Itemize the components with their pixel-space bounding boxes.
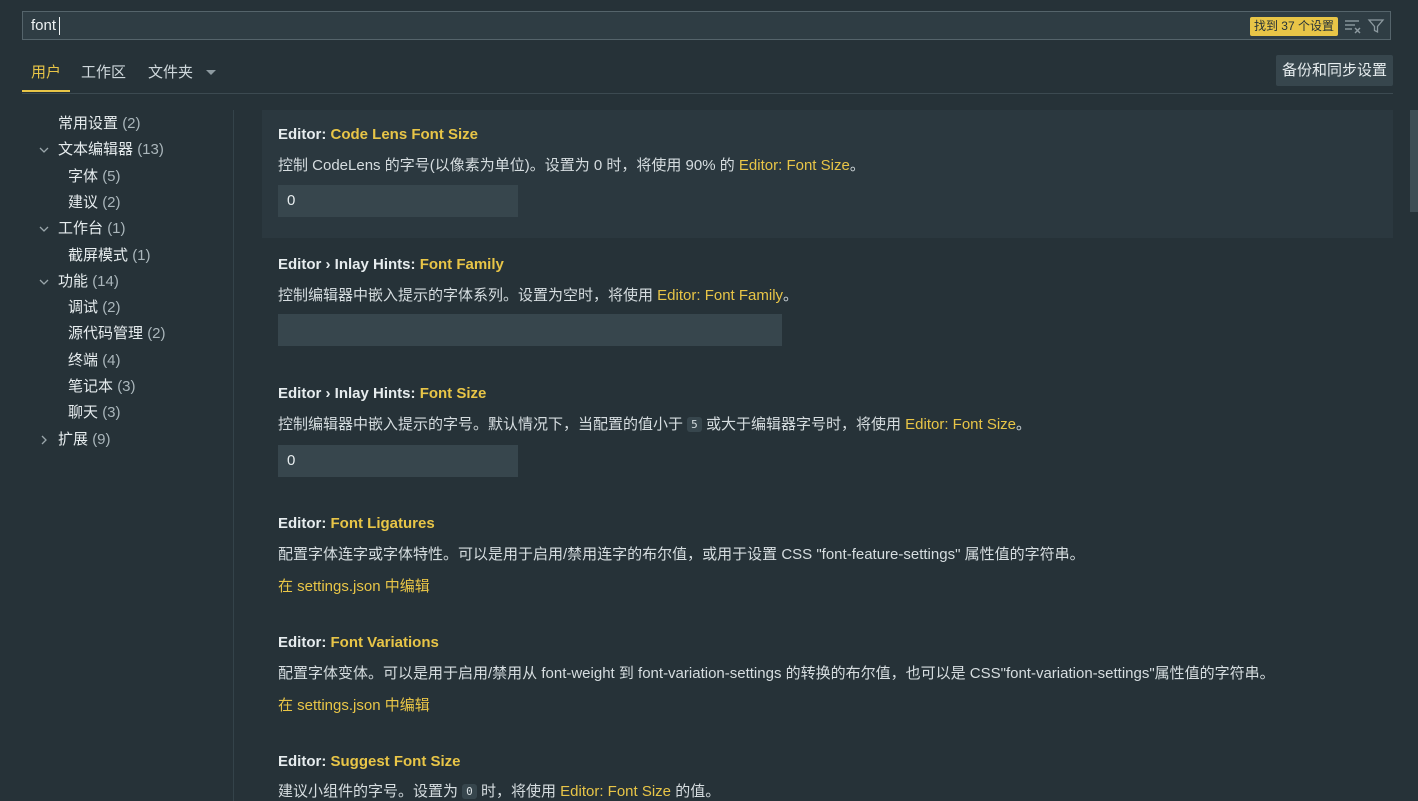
setting-description: 配置字体变体。可以是用于启用/禁用从 font-weight 到 font-va…: [278, 665, 1275, 682]
chevron-down-icon[interactable]: [38, 223, 50, 235]
toc-item-workbench[interactable]: 工作台 (1): [58, 217, 126, 241]
edit-in-settings-json-link[interactable]: 在 settings.json 中编辑: [278, 694, 430, 715]
toc-item-common[interactable]: 常用设置 (2): [58, 112, 141, 136]
setting-title: Editor: Suggest Font Size: [278, 753, 461, 770]
setting-link[interactable]: Editor: Font Size: [560, 783, 671, 800]
toc-item-suggest[interactable]: 建议 (2): [68, 191, 121, 215]
toc-divider: [233, 110, 234, 801]
toc-item-notebook[interactable]: 笔记本 (3): [68, 375, 136, 399]
toc-item-terminal[interactable]: 终端 (4): [68, 349, 121, 373]
toc-item-features[interactable]: 功能 (14): [58, 270, 119, 294]
clear-filter-icon[interactable]: [1344, 18, 1362, 34]
setting-link[interactable]: Editor: Font Size: [905, 416, 1016, 433]
filter-icon[interactable]: [1367, 17, 1385, 35]
toc-item-scm[interactable]: 源代码管理 (2): [68, 322, 166, 346]
search-result-badge: 找到 37 个设置: [1249, 17, 1338, 36]
tab-workspace[interactable]: 工作区: [81, 63, 126, 91]
toc-item-chat[interactable]: 聊天 (3): [68, 401, 121, 425]
setting-title: Editor: Font Variations: [278, 634, 439, 651]
settings-scope-tabs: 用户 工作区 文件夹: [22, 55, 1393, 94]
text-caret: [59, 17, 60, 35]
setting-title: Editor: Font Ligatures: [278, 515, 435, 532]
setting-description: 控制编辑器中嵌入提示的字号。默认情况下，当配置的值小于 5 或大于编辑器字号时，…: [278, 416, 1032, 433]
toc-item-text-editor[interactable]: 文本编辑器 (13): [58, 138, 164, 162]
inlay-hints-font-size-input[interactable]: [278, 445, 518, 477]
tab-user[interactable]: 用户: [22, 63, 71, 92]
setting-description: 控制编辑器中嵌入提示的字体系列。设置为空时，将使用 Editor: Font F…: [278, 287, 799, 304]
setting-inlay-hints-font-size: Editor › Inlay Hints: Font Size 控制编辑器中嵌入…: [262, 369, 1393, 497]
chevron-right-icon[interactable]: [38, 434, 50, 446]
inline-code: 0: [462, 784, 477, 799]
setting-description: 配置字体连字或字体特性。可以是用于启用/禁用连字的布尔值，或用于设置 CSS "…: [278, 546, 1085, 563]
chevron-down-icon[interactable]: [38, 144, 50, 156]
toc-item-screencast-mode[interactable]: 截屏模式 (1): [68, 244, 151, 268]
setting-title: Editor: Code Lens Font Size: [278, 126, 479, 143]
backup-sync-settings-button[interactable]: 备份和同步设置: [1275, 55, 1393, 86]
toc-item-debug[interactable]: 调试 (2): [68, 296, 121, 320]
chevron-down-icon[interactable]: [204, 67, 218, 79]
inlay-hints-font-family-input[interactable]: [278, 314, 782, 346]
setting-code-lens-font-size: Editor: Code Lens Font Size 控制 CodeLens …: [262, 110, 1393, 238]
search-input[interactable]: [31, 12, 1231, 39]
setting-description: 控制 CodeLens 的字号(以像素为单位)。设置为 0 时，将使用 90% …: [278, 157, 865, 174]
setting-font-ligatures: Editor: Font Ligatures 配置字体连字或字体特性。可以是用于…: [262, 499, 1393, 617]
toc-item-font[interactable]: 字体 (5): [68, 165, 121, 189]
setting-link[interactable]: Editor: Font Family: [657, 287, 783, 304]
setting-title: Editor › Inlay Hints: Font Family: [278, 256, 504, 273]
tab-folder[interactable]: 文件夹: [148, 63, 193, 91]
setting-link[interactable]: Editor: Font Size: [739, 157, 850, 174]
setting-inlay-hints-font-family: Editor › Inlay Hints: Font Family 控制编辑器中…: [262, 240, 1393, 365]
inline-code: 5: [687, 417, 702, 432]
vertical-scrollbar[interactable]: [1410, 110, 1418, 212]
setting-suggest-font-size: Editor: Suggest Font Size 建议小组件的字号。设置为 0…: [262, 737, 1393, 801]
setting-font-variations: Editor: Font Variations 配置字体变体。可以是用于启用/禁…: [262, 618, 1393, 736]
edit-in-settings-json-link[interactable]: 在 settings.json 中编辑: [278, 575, 430, 596]
settings-search-bar[interactable]: 找到 37 个设置: [22, 11, 1391, 40]
code-lens-font-size-input[interactable]: [278, 185, 518, 217]
setting-title: Editor › Inlay Hints: Font Size: [278, 385, 487, 402]
setting-description: 建议小组件的字号。设置为 0 时，将使用 Editor: Font Size 的…: [278, 783, 721, 800]
chevron-down-icon[interactable]: [38, 276, 50, 288]
toc-item-extensions[interactable]: 扩展 (9): [58, 428, 111, 452]
